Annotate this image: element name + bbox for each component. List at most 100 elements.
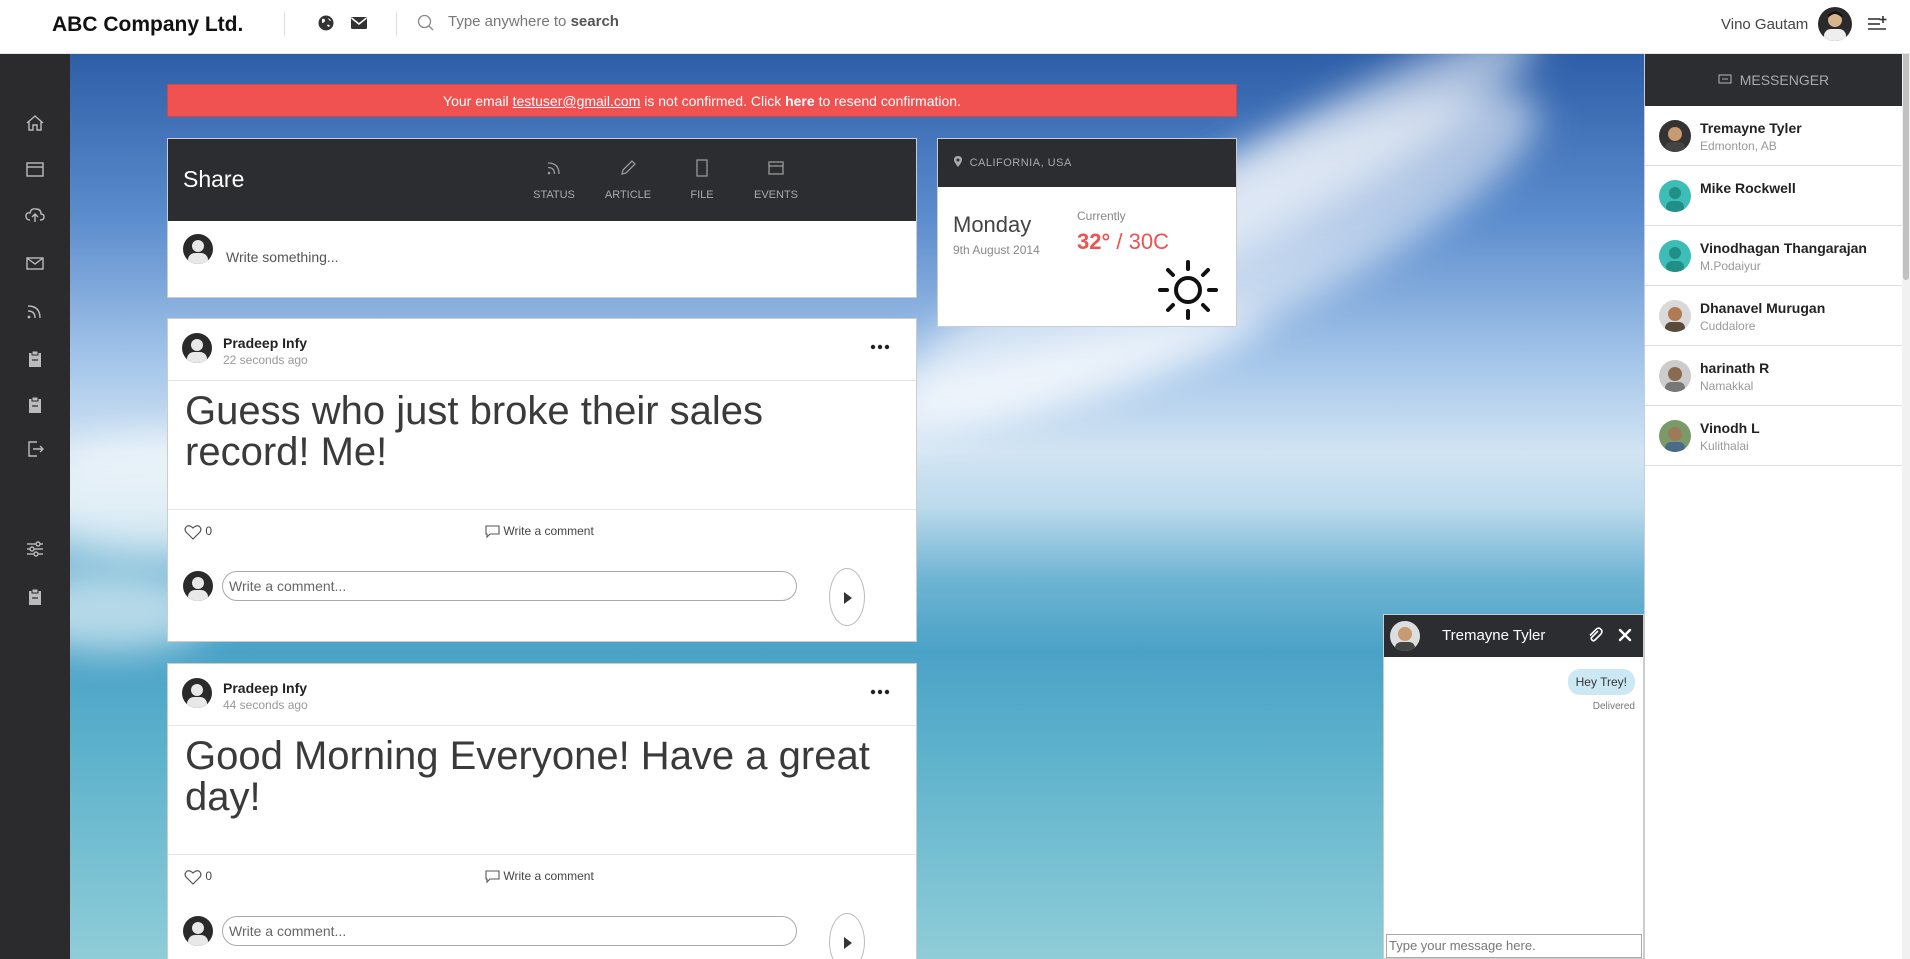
write-comment-label: Write a comment: [503, 869, 594, 883]
contact-item[interactable]: Tremayne Tyler Edmonton, AB: [1645, 106, 1902, 166]
chat-window: Tremayne Tyler Hey Trey! Delivered Type …: [1383, 614, 1644, 959]
avatar[interactable]: [182, 333, 212, 363]
send-comment-button[interactable]: [829, 913, 865, 959]
contact-name: Vinodh L: [1700, 420, 1760, 436]
divider: [284, 12, 285, 36]
contact-location: Namakkal: [1700, 379, 1754, 393]
tab-article[interactable]: ARTICLE: [598, 157, 658, 201]
alert-text: Your email: [443, 93, 509, 109]
tab-label: ARTICLE: [604, 189, 652, 201]
post-text: Guess who just broke their sales record!…: [185, 389, 764, 474]
more-options-icon[interactable]: [868, 335, 892, 359]
brand-logo[interactable]: ABC Company Ltd.: [52, 13, 243, 37]
chat-icon: [1718, 74, 1732, 84]
contact-item[interactable]: Mike Rockwell: [1645, 166, 1902, 226]
contact-location: Edmonton, AB: [1700, 139, 1777, 153]
tab-file[interactable]: FILE: [672, 157, 732, 201]
comment-icon: [485, 870, 500, 884]
like-count: 0: [205, 869, 213, 884]
attach-icon[interactable]: [1587, 627, 1603, 643]
scrollbar[interactable]: [1902, 0, 1910, 959]
avatar: [1659, 240, 1691, 272]
avatar: [1659, 120, 1691, 152]
more-options-icon[interactable]: [868, 680, 892, 704]
chat-contact-name: Tremayne Tyler: [1442, 627, 1546, 644]
temp-c: / 30C: [1116, 229, 1169, 254]
avatar[interactable]: [1818, 7, 1852, 41]
file-icon: [696, 159, 708, 177]
alert-email[interactable]: testuser@gmail.com: [513, 93, 641, 109]
weather-day: Monday: [953, 212, 1032, 237]
resend-link[interactable]: here: [785, 93, 815, 109]
top-bar: ABC Company Ltd. Type anywhere to search…: [0, 0, 1910, 54]
search-placeholder: Type anywhere to: [448, 13, 567, 30]
contact-item[interactable]: Dhanavel Murugan Cuddalore: [1645, 286, 1902, 346]
like-button[interactable]: 0: [184, 524, 212, 540]
post-time: 44 seconds ago: [223, 698, 308, 712]
rss-icon[interactable]: [24, 300, 46, 322]
cloud-upload-icon[interactable]: [24, 204, 46, 226]
comment-icon: [485, 525, 500, 539]
add-list-icon[interactable]: [1866, 13, 1888, 35]
contact-item[interactable]: Vinodhagan Thangarajan M.Podaiyur: [1645, 226, 1902, 286]
messenger-panel: MESSENGER Tremayne Tyler Edmonton, AB Mi…: [1644, 54, 1902, 959]
contact-item[interactable]: Vinodh L Kulithalai: [1645, 406, 1902, 466]
post-text: Good Morning Everyone! Have a great day!: [185, 734, 870, 819]
comment-input[interactable]: Write a comment...: [222, 916, 797, 946]
home-icon[interactable]: [24, 112, 46, 134]
post-header: Pradeep Infy 22 seconds ago: [168, 319, 916, 381]
tab-events[interactable]: EVENTS: [746, 157, 806, 201]
post-card: Pradeep Infy 22 seconds ago Guess who ju…: [167, 318, 917, 642]
map-pin-icon: [954, 156, 962, 167]
chat-message: Hey Trey!: [1567, 669, 1635, 695]
avatar: [1390, 621, 1420, 651]
contact-name: harinath R: [1700, 360, 1770, 376]
status-input[interactable]: Write something...: [226, 249, 339, 265]
avatar: [1659, 360, 1691, 392]
contact-name: Mike Rockwell: [1700, 180, 1796, 196]
comment-input[interactable]: Write a comment...: [222, 571, 797, 601]
post-author[interactable]: Pradeep Infy: [223, 335, 307, 351]
write-comment-button[interactable]: Write a comment: [485, 524, 594, 539]
tab-label: EVENTS: [753, 189, 798, 201]
clipboard-icon[interactable]: [24, 394, 46, 416]
chat-message-input[interactable]: Type your message here.: [1386, 934, 1642, 958]
globe-icon[interactable]: [316, 13, 336, 33]
like-button[interactable]: 0: [184, 869, 212, 885]
search-icon[interactable]: [416, 13, 436, 33]
delivery-status: Delivered: [1592, 701, 1635, 712]
user-name[interactable]: Vino Gautam: [1721, 16, 1808, 33]
write-comment-button[interactable]: Write a comment: [485, 869, 594, 884]
avatar: [1659, 420, 1691, 452]
avatar[interactable]: [182, 678, 212, 708]
mail-icon[interactable]: [24, 252, 46, 274]
calendar-icon[interactable]: [24, 158, 46, 180]
send-comment-button[interactable]: [829, 568, 865, 626]
location-label: CALIFORNIA, USA: [969, 157, 1072, 169]
currently-label: Currently: [1077, 209, 1126, 223]
rss-icon: [547, 162, 560, 175]
share-card: Share STATUS ARTICLE FILE EVENTS Write s…: [167, 138, 917, 298]
like-count: 0: [205, 524, 213, 539]
close-icon[interactable]: [1617, 627, 1633, 643]
tab-status[interactable]: STATUS: [524, 157, 584, 201]
post-author[interactable]: Pradeep Infy: [223, 680, 307, 696]
write-comment-label: Write a comment: [503, 524, 594, 538]
clipboard-icon[interactable]: [24, 586, 46, 608]
email-confirmation-alert: Your email testuser@gmail.com is not con…: [167, 84, 1237, 117]
mail-icon[interactable]: [349, 13, 369, 33]
post-time: 22 seconds ago: [223, 353, 308, 367]
weather-widget: CALIFORNIA, USA Monday 9th August 2014 C…: [937, 138, 1237, 327]
heart-icon: [184, 870, 202, 885]
search-input[interactable]: Type anywhere to search: [448, 13, 619, 30]
messenger-title: MESSENGER: [1739, 72, 1830, 88]
logout-icon[interactable]: [24, 438, 46, 460]
post-actions: 0 Write a comment Write a comment...: [168, 509, 916, 626]
search-keyword: search: [570, 13, 619, 30]
sliders-icon[interactable]: [24, 538, 46, 560]
pencil-icon: [621, 160, 636, 175]
alert-text: is not confirmed. Click: [644, 93, 782, 109]
contact-item[interactable]: harinath R Namakkal: [1645, 346, 1902, 406]
clipboard-icon[interactable]: [24, 348, 46, 370]
alert-text: to resend confirmation.: [818, 93, 961, 109]
